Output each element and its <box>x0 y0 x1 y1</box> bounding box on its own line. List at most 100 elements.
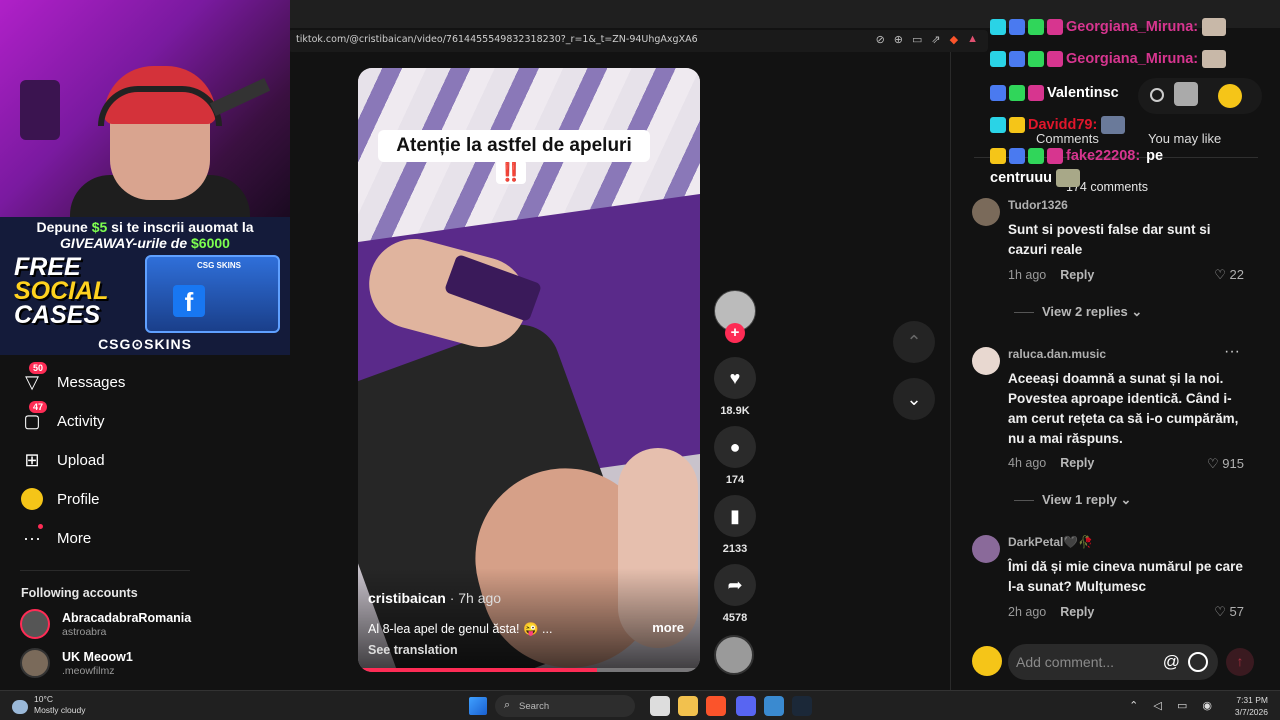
address-bar-icons: ⊘ ⊕ ▭ ⇗ ◆ ▲ <box>876 33 978 46</box>
avatar <box>20 609 50 639</box>
sidebar-item-upload[interactable]: ⊞ Upload <box>20 445 104 475</box>
search-icon: ⌕ <box>504 699 511 711</box>
like-count: 18.9K <box>720 405 750 417</box>
comment-like-button[interactable]: ♡ 915 <box>1207 456 1244 472</box>
see-translation-link[interactable]: See translation <box>368 643 458 657</box>
share-icon[interactable]: ⇗ <box>931 33 940 46</box>
sidebar-item-more[interactable]: ··· More <box>20 523 91 553</box>
more-button[interactable]: more <box>652 620 684 635</box>
headphones <box>98 86 222 126</box>
avatar <box>20 648 50 678</box>
giveaway-banner: Depune $5 si te inscrii auomat la GIVEAW… <box>0 217 290 355</box>
left-sidebar: ▽ 50 Messages ▢ 47 Activity ⊞ Upload Profi… <box>0 355 290 690</box>
folder-icon[interactable] <box>678 696 698 716</box>
reply-button[interactable]: Reply <box>1060 268 1094 282</box>
share-button[interactable]: ➦ <box>714 564 756 606</box>
save-button[interactable]: ▮ <box>714 495 756 537</box>
comment-meta: 2h ago Reply <box>1008 605 1095 619</box>
comment-username[interactable]: Tudor1326 <box>1008 198 1068 212</box>
brave-shield-icon[interactable]: ◆ <box>950 33 958 46</box>
comment-text: Aceeași doamnă a sunat și la noi. Povest… <box>1008 371 1239 446</box>
promo-line-1: Depune $5 si te inscrii auomat la <box>36 219 254 235</box>
music-disc[interactable] <box>714 635 754 675</box>
chat-line: Georgiana_Miruna: <box>990 48 1227 70</box>
reply-button[interactable]: Reply <box>1060 456 1094 470</box>
heart-icon: ♥ <box>729 367 741 388</box>
csgskins-logo: CSG⊙SKINS <box>98 336 192 352</box>
comment-button[interactable]: ● <box>714 426 756 468</box>
avatar[interactable] <box>972 535 1000 563</box>
next-video-button[interactable]: ⌄ <box>893 378 935 420</box>
heart-outline-icon: ♡ <box>1214 267 1226 282</box>
mute-icon[interactable]: ⊘ <box>876 33 885 46</box>
view-replies-button[interactable]: View 1 reply ⌄ <box>1014 492 1131 508</box>
following-account[interactable]: UK Meoow1 .meowfilmz <box>20 646 133 680</box>
chat-line: Valentinsc <box>990 82 1119 104</box>
view-replies-button[interactable]: View 2 replies ⌄ <box>1014 304 1142 320</box>
taskbar-search[interactable]: ⌕ Search <box>495 695 635 717</box>
avatar[interactable] <box>972 198 1000 226</box>
caption-mark: ‼️ <box>496 160 526 184</box>
comment-username[interactable]: DarkPetal🖤🥀 <box>1008 535 1093 549</box>
case-box-graphic: CSG SKINS f <box>145 255 280 333</box>
following-title: Following accounts <box>21 586 138 600</box>
comment-count: 174 <box>725 474 745 486</box>
rewards-icon[interactable]: ▲ <box>967 33 978 46</box>
video-caption: Atenție la astfel de apeluri <box>378 130 650 162</box>
windows-taskbar: 10°C Mostly cloudy ⌕ Search ⌃ ◁ ▭ ◉ 7:31… <box>0 690 1280 720</box>
comment-username[interactable]: raluca.dan.music <box>1008 347 1106 361</box>
avatar[interactable] <box>972 347 1000 375</box>
heart-outline-icon: ♡ <box>1214 604 1226 619</box>
clock[interactable]: 7:31 PM 3/7/2026 <box>1235 694 1268 718</box>
sidebar-item-profile[interactable]: Profile <box>20 484 100 514</box>
save-count: 2133 <box>722 543 748 555</box>
share-count: 4578 <box>722 612 748 624</box>
brave-browser-icon[interactable] <box>706 696 726 716</box>
more-options-icon[interactable]: ··· <box>1224 343 1240 361</box>
webcam-overlay <box>0 0 290 218</box>
video-author[interactable]: cristibaican · 7h ago <box>368 590 501 606</box>
start-button[interactable] <box>469 697 487 715</box>
share-arrow-icon: ➦ <box>727 574 743 595</box>
video-progress-bar[interactable] <box>358 668 700 672</box>
address-bar[interactable]: tiktok.com/@cristibaican/video/761445554… <box>288 30 988 52</box>
progress-fill <box>358 668 598 672</box>
reply-button[interactable]: Reply <box>1060 605 1094 619</box>
avatar <box>972 646 1002 676</box>
file-explorer-icon[interactable] <box>650 696 670 716</box>
like-button[interactable]: ♥ <box>714 357 756 399</box>
paper-plane-icon: ▽ 50 <box>20 362 48 394</box>
video-player[interactable]: Atenție la astfel de apeluri ‼️ cristiba… <box>358 68 700 672</box>
chat-line: Davidd79: <box>990 114 1126 136</box>
follow-plus-icon[interactable]: + <box>725 323 745 343</box>
system-tray[interactable]: ⌃ ◁ ▭ ◉ <box>1129 699 1218 712</box>
inbox-icon: ▢ 47 <box>20 401 48 433</box>
comment-like-button[interactable]: ♡ 57 <box>1214 604 1244 620</box>
cloud-icon <box>12 700 28 714</box>
weather-widget[interactable]: 10°C Mostly cloudy <box>12 694 86 716</box>
sidebar-item-messages[interactable]: ▽ 50 Messages <box>20 362 125 397</box>
steam-icon[interactable] <box>792 696 812 716</box>
emoji-icon[interactable] <box>1188 652 1208 672</box>
comment-icon: ● <box>729 436 741 457</box>
microphone-arm <box>209 77 271 117</box>
chat-line: fake22208: pe <box>990 145 1163 167</box>
mention-icon[interactable]: @ <box>1163 652 1180 672</box>
cast-icon[interactable]: ▭ <box>912 33 922 46</box>
send-button[interactable]: ↑ <box>1226 648 1254 676</box>
messages-badge: 50 <box>29 362 48 374</box>
promo-line-2: GIVEAWAY-urile de $6000 <box>60 235 230 251</box>
calculator-icon[interactable] <box>764 696 784 716</box>
plus-square-icon: ⊞ <box>24 449 40 470</box>
video-description: Al 8-lea apel de genul ăsta! 😜 ... <box>368 622 553 636</box>
address-url[interactable]: tiktok.com/@cristibaican/video/761445554… <box>296 34 698 45</box>
sidebar-item-activity[interactable]: ▢ 47 Activity <box>20 401 105 436</box>
discord-icon[interactable] <box>736 696 756 716</box>
comment-like-button[interactable]: ♡ 22 <box>1214 267 1244 283</box>
zoom-icon[interactable]: ⊕ <box>894 33 903 46</box>
free-social-cases: FREE SOCIAL CASES <box>14 253 109 329</box>
following-account[interactable]: AbracadabraRomania astroabra <box>20 607 191 641</box>
previous-video-button[interactable]: ⌃ <box>893 321 935 363</box>
comment-input[interactable]: Add comment... @ <box>1008 644 1218 680</box>
facebook-icon: f <box>173 285 205 317</box>
